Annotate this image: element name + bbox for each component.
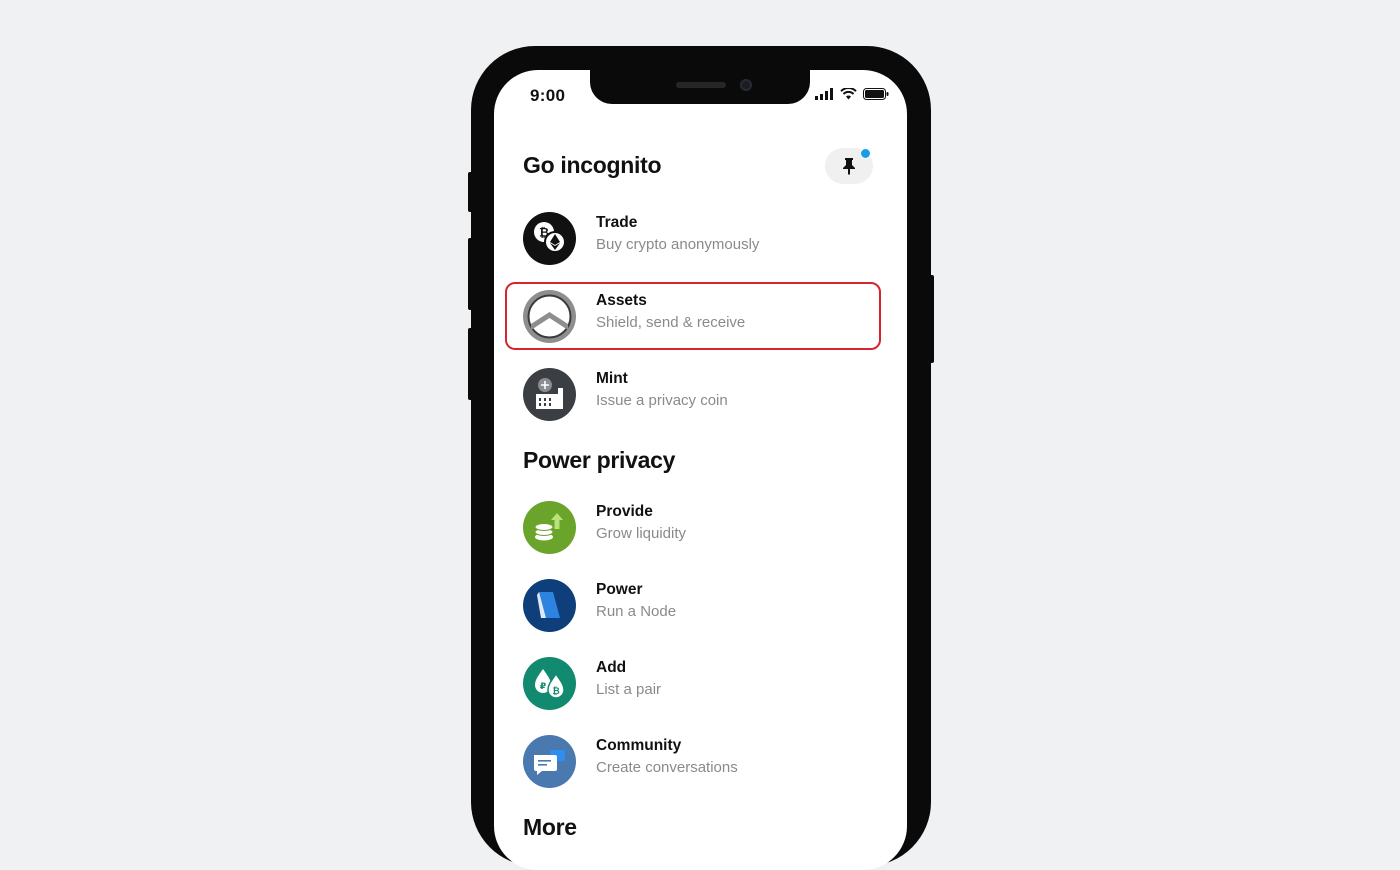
section-title-power-privacy: Power privacy [523, 447, 676, 473]
add-subtitle: List a pair [596, 681, 662, 698]
power-subtitle: Run a Node [596, 603, 677, 620]
list-item-trade[interactable]: ₿ Trade Buy crypto anonymously [523, 209, 873, 265]
list-item-assets[interactable]: Assets Shield, send & receive [523, 287, 873, 343]
list-item-provide[interactable]: Provide Grow liquidity [523, 498, 873, 554]
community-title: Community [596, 737, 682, 754]
battery-icon [863, 88, 889, 100]
list-item-add[interactable]: ₽ ₿ Add List a pair [523, 654, 873, 710]
list-item-community[interactable]: Community Create conversations [523, 732, 873, 788]
cellular-signal-icon [815, 88, 833, 100]
svg-text:₿: ₿ [552, 686, 559, 697]
list-item-power[interactable]: Power Run a Node [523, 576, 873, 632]
notch [590, 70, 810, 104]
trade-subtitle: Buy crypto anonymously [596, 236, 760, 253]
assets-title: Assets [596, 292, 647, 309]
add-pair-icon: ₽ ₿ [523, 657, 576, 710]
assets-shield-icon [523, 290, 576, 343]
assets-subtitle: Shield, send & receive [596, 314, 746, 331]
pin-icon [843, 158, 855, 175]
phone-screen: 9:00 Go incognito ₿ Trade Buy crypto ano… [494, 70, 907, 870]
speaker [676, 82, 726, 88]
section-title-go-incognito: Go incognito [523, 152, 662, 178]
provide-title: Provide [596, 503, 653, 520]
section-title-more: More [523, 814, 577, 840]
trade-crypto-icon: ₿ [523, 212, 576, 265]
status-icons [815, 88, 889, 100]
status-time: 9:00 [530, 86, 566, 105]
mint-title: Mint [596, 370, 628, 387]
pin-button[interactable] [825, 148, 873, 184]
add-title: Add [596, 659, 627, 676]
mint-factory-icon [523, 368, 576, 421]
camera [740, 79, 752, 91]
wifi-icon [840, 88, 857, 100]
trade-title: Trade [596, 214, 638, 231]
community-chat-icon [523, 735, 576, 788]
power-title: Power [596, 581, 643, 598]
power-node-icon [523, 579, 576, 632]
provide-subtitle: Grow liquidity [596, 525, 687, 542]
list-item-mint[interactable]: Mint Issue a privacy coin [523, 365, 873, 421]
community-subtitle: Create conversations [596, 759, 738, 776]
mint-subtitle: Issue a privacy coin [596, 392, 728, 409]
provide-coins-icon [523, 501, 576, 554]
svg-text:₽: ₽ [540, 682, 546, 692]
notification-dot [860, 148, 871, 159]
